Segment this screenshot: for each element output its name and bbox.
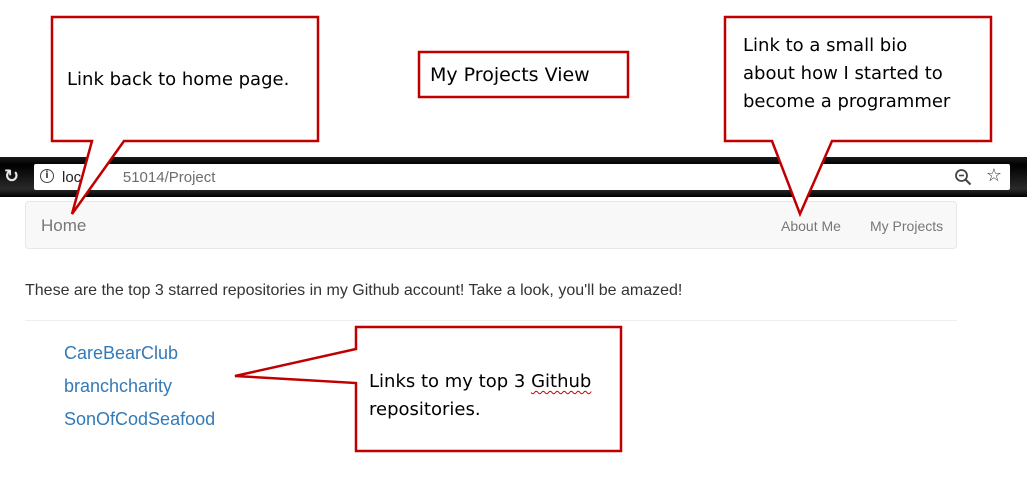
info-icon[interactable]: i (40, 169, 54, 183)
repo-link-carebearclub[interactable]: CareBearClub (64, 343, 178, 363)
nav-my-projects-link[interactable]: My Projects (870, 218, 943, 234)
url-text[interactable]: loc 51014/Project (62, 169, 215, 186)
repos-callout-github: Github (531, 371, 592, 392)
url-spacer (81, 169, 123, 186)
bio-callout-line: about how I started to (743, 63, 943, 84)
bio-callout-line: Link to a small bio (743, 35, 908, 56)
repos-callout-line: repositories. (369, 399, 481, 420)
nav-home-link[interactable]: Home (41, 216, 86, 236)
bio-callout-text: Link to a small bio about how I started … (743, 32, 950, 116)
nav-about-me-link[interactable]: About Me (781, 218, 841, 234)
list-item: CareBearClub (64, 343, 215, 376)
repos-callout-line: Links to my top 3 Github (369, 368, 591, 396)
repo-link-branchcharity[interactable]: branchcharity (64, 376, 172, 396)
divider (25, 320, 957, 321)
home-callout-text: Link back to home page. (67, 69, 290, 90)
address-bar[interactable]: i loc 51014/Project ☆ (34, 164, 1010, 190)
zoom-out-icon[interactable] (954, 168, 972, 186)
url-prefix: loc (62, 169, 82, 186)
navbar: Home About Me My Projects (25, 201, 957, 249)
url-rest: 51014/Project (122, 169, 216, 186)
repos-callout-prefix: Links to my top 3 (369, 371, 532, 392)
title-callout-text: My Projects View (430, 64, 590, 86)
list-item: branchcharity (64, 376, 215, 409)
repos-callout-text: Links to my top 3 Github repositories. (369, 368, 591, 424)
repo-list: CareBearClub branchcharity SonOfCodSeafo… (64, 343, 215, 442)
reload-icon[interactable]: ↻ (4, 167, 24, 187)
bookmark-star-icon[interactable]: ☆ (986, 165, 1002, 187)
repo-link-sonofcodseafood[interactable]: SonOfCodSeafood (64, 409, 215, 429)
bio-callout-line: become a programmer (743, 91, 951, 112)
intro-text: These are the top 3 starred repositories… (25, 282, 683, 299)
list-item: SonOfCodSeafood (64, 409, 215, 442)
browser-toolbar: ↻ i loc 51014/Project ☆ (0, 157, 1027, 197)
